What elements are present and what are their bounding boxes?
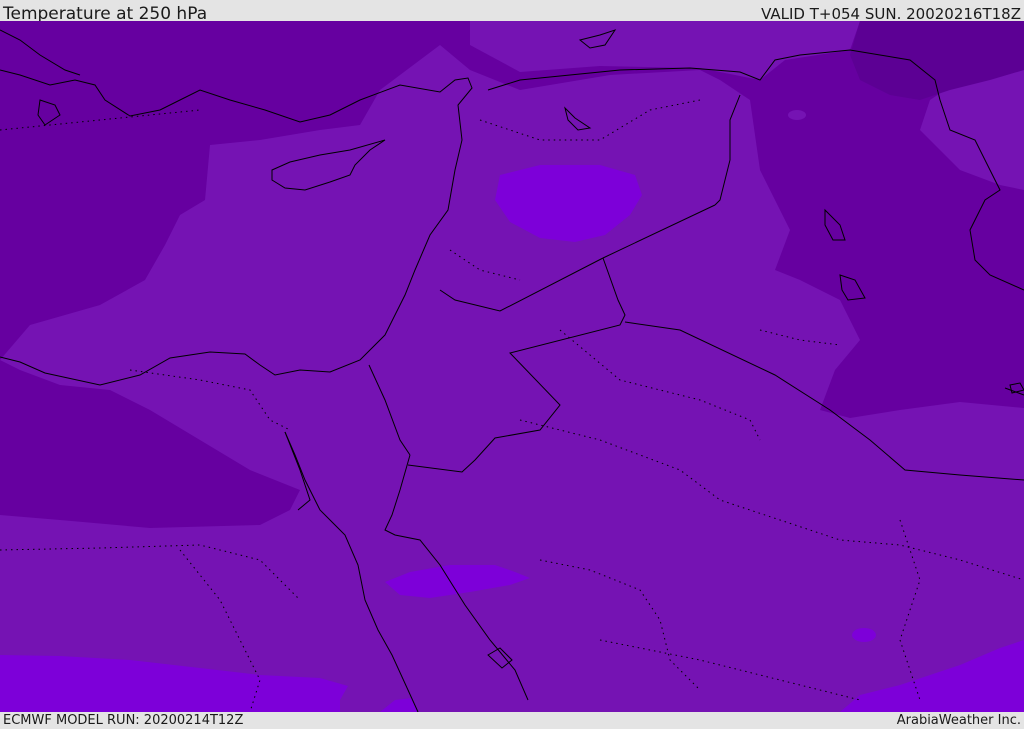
temp-band-mid-spot	[788, 110, 806, 120]
header-bar: Temperature at 250 hPa VALID T+054 SUN. …	[0, 0, 1024, 24]
map-canvas	[0, 21, 1024, 712]
footer-bar: ECMWF MODEL RUN: 20200214T12Z ArabiaWeat…	[0, 712, 1024, 729]
model-run-label: ECMWF MODEL RUN: 20200214T12Z	[3, 713, 244, 728]
temp-band-warm-saudi-spot	[852, 628, 876, 642]
weather-map[interactable]	[0, 21, 1024, 712]
credit-label: ArabiaWeather Inc.	[896, 713, 1021, 728]
